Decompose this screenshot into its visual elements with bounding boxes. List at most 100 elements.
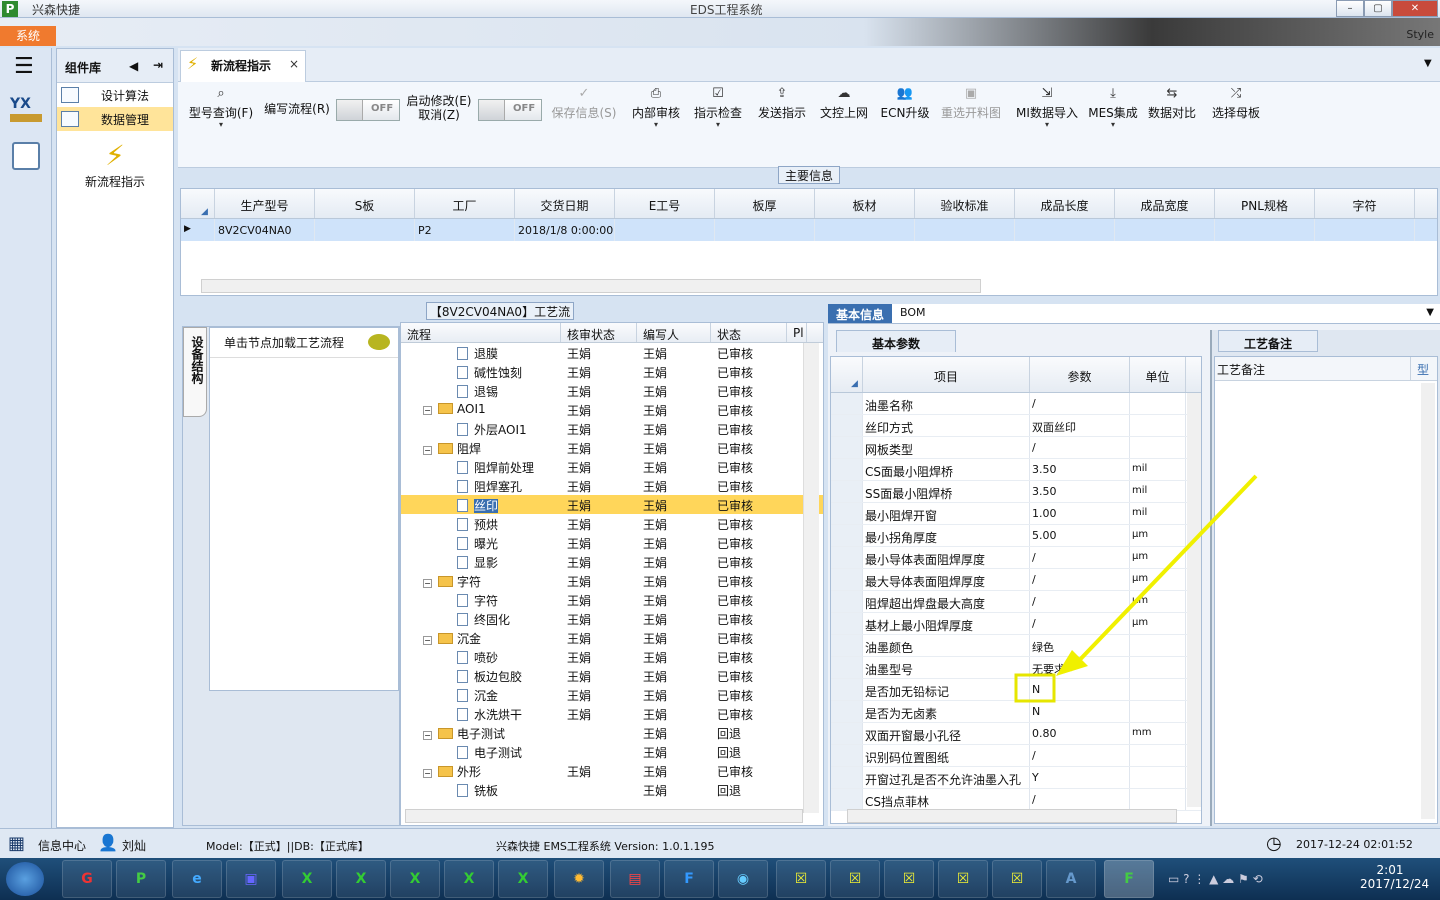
save-icon[interactable]: ▣ — [226, 860, 276, 898]
tab-new-flow[interactable]: ⚡ 新流程指示 × — [180, 50, 306, 82]
tree-row[interactable]: 退锡 王娟 王娟 已审核 — [401, 381, 823, 400]
write-flow-toggle[interactable]: OFF — [336, 99, 400, 121]
tray-icons[interactable]: ▭ ? ⋮ ▲ ☁ ⚑ ⟲ — [1168, 872, 1263, 886]
tab-bom[interactable]: BOM — [892, 304, 934, 323]
chevron-down-icon[interactable]: ▼ — [1420, 304, 1440, 323]
excel-icon[interactable]: X — [336, 860, 386, 898]
model-query-button[interactable]: ⌕ 型号查询(F) ▾ — [184, 82, 258, 138]
vertical-scrollbar[interactable] — [1421, 383, 1435, 819]
param-value[interactable]: / — [1030, 393, 1130, 414]
taskbar-app-icon[interactable]: F — [1104, 860, 1154, 898]
collapse-icon[interactable]: − — [423, 579, 432, 588]
pdf-icon[interactable]: ▤ — [610, 860, 660, 898]
collapse-icon[interactable]: − — [423, 769, 432, 778]
collapse-icon[interactable]: − — [423, 636, 432, 645]
tab-basic-info[interactable]: 基本信息 — [828, 304, 893, 323]
param-value[interactable]: / — [1030, 745, 1130, 766]
tree-row[interactable]: 终固化 王娟 王娟 已审核 — [401, 609, 823, 628]
close-button[interactable]: ✕ — [1392, 0, 1438, 17]
col-header[interactable]: 项目 — [863, 357, 1030, 392]
internal-review-button[interactable]: ⎙ 内部审核 ▾ — [628, 82, 684, 138]
taskbar-clock[interactable]: 2:01 2017/12/24 — [1360, 863, 1429, 891]
window-icon[interactable]: ☒ — [884, 860, 934, 898]
ecn-upgrade-button[interactable]: 👥 ECN升级 — [878, 82, 932, 138]
toolbox-item-data-manage[interactable]: 数据管理 — [57, 107, 173, 131]
document-icon[interactable]: A — [1046, 860, 1096, 898]
param-row[interactable]: CS挡点菲林 / — [831, 789, 1201, 811]
shell-icon[interactable]: ✹ — [554, 860, 604, 898]
tree-row[interactable]: 显影 王娟 王娟 已审核 — [401, 552, 823, 571]
col-header[interactable]: PNL规格 — [1215, 189, 1315, 218]
mes-integration-button[interactable]: ⤓ MES集成 ▾ — [1086, 82, 1140, 138]
horizontal-scrollbar[interactable] — [847, 809, 1177, 823]
tree-row[interactable]: − 沉金 王娟 王娟 已审核 — [401, 628, 823, 647]
col-header[interactable]: 单位 — [1130, 357, 1186, 392]
window-icon[interactable]: ☒ — [992, 860, 1042, 898]
reselect-cutting-chart-button[interactable]: ▣ 重选开料图 — [938, 82, 1004, 138]
tree-row[interactable]: − AOI1 王娟 王娟 已审核 — [401, 400, 823, 419]
maximize-button[interactable]: ▢ — [1364, 0, 1392, 17]
collapse-icon[interactable]: − — [423, 406, 432, 415]
col-header[interactable]: 验收标准 — [915, 189, 1015, 218]
excel-icon[interactable]: X — [390, 860, 440, 898]
window-icon[interactable]: ☒ — [776, 860, 826, 898]
taskbar-app-icon[interactable]: P — [116, 860, 166, 898]
tree-row[interactable]: − 电子测试 王娟 回退 — [401, 723, 823, 742]
browser-icon[interactable]: e — [172, 860, 222, 898]
col-header[interactable]: 板厚 — [715, 189, 815, 218]
grid-apps-icon[interactable]: ▦ — [8, 833, 25, 854]
instruction-check-button[interactable]: ☑ 指示检查 ▾ — [690, 82, 746, 138]
param-row[interactable]: 油墨名称 / — [831, 393, 1201, 415]
col-header[interactable]: 交货日期 — [515, 189, 615, 218]
tree-row[interactable]: 曝光 王娟 王娟 已审核 — [401, 533, 823, 552]
chevron-down-icon[interactable]: ▼ — [1424, 58, 1432, 69]
tab-close-icon[interactable]: × — [289, 57, 299, 71]
excel-icon[interactable]: X — [498, 860, 548, 898]
param-row[interactable]: 丝印方式 双面丝印 — [831, 415, 1201, 437]
col-header[interactable]: 流程 — [401, 323, 561, 342]
new-flow-launcher[interactable]: ⚡ 新流程指示 — [57, 139, 173, 190]
tree-row[interactable]: 阻焊塞孔 王娟 王娟 已审核 — [401, 476, 823, 495]
table-row[interactable]: ▶ 8V2CV04NA0 P2 2018/1/8 0:00:00 — [181, 219, 1437, 241]
window-icon[interactable]: ☒ — [830, 860, 880, 898]
tree-row[interactable]: 水洗烘干 王娟 王娟 已审核 — [401, 704, 823, 723]
param-value[interactable]: 双面丝印 — [1030, 415, 1130, 436]
col-header[interactable]: 板材 — [815, 189, 915, 218]
taskbar-app-icon[interactable]: G — [62, 860, 112, 898]
window-icon[interactable]: ☒ — [938, 860, 988, 898]
param-value[interactable]: / — [1030, 789, 1130, 810]
data-compare-button[interactable]: ⇆ 数据对比 — [1144, 82, 1200, 138]
col-header[interactable]: 编写人 — [637, 323, 711, 342]
collapse-icon[interactable]: − — [423, 731, 432, 740]
collapse-icon[interactable]: − — [423, 446, 432, 455]
calculator-icon[interactable] — [12, 142, 40, 170]
col-header[interactable]: E工号 — [615, 189, 715, 218]
tree-row[interactable]: 退膜 王娟 王娟 已审核 — [401, 343, 823, 362]
start-modify-toggle[interactable]: OFF — [478, 99, 542, 121]
toolbox-item-design-algo[interactable]: 设计算法 — [57, 83, 173, 107]
horizontal-scrollbar[interactable] — [201, 279, 981, 293]
param-row[interactable]: 网板类型 / — [831, 437, 1201, 459]
style-menu[interactable]: Style — [1406, 28, 1434, 41]
tree-row[interactable]: − 字符 王娟 王娟 已审核 — [401, 571, 823, 590]
save-info-button[interactable]: ✓ 保存信息(S) — [548, 82, 620, 138]
col-header[interactable]: 字符 — [1315, 189, 1415, 218]
select-motherboard-button[interactable]: ⤮ 选择母板 — [1208, 82, 1264, 138]
arrow-left-icon[interactable]: ◀ — [129, 59, 138, 73]
tree-row[interactable]: 阻焊前处理 王娟 王娟 已审核 — [401, 457, 823, 476]
col-header[interactable]: 成品长度 — [1015, 189, 1115, 218]
param-row[interactable]: 双面开窗最小孔径 0.80 mm — [831, 723, 1201, 745]
tree-row[interactable]: − 阻焊 王娟 王娟 已审核 — [401, 438, 823, 457]
info-center-link[interactable]: 信息中心 — [38, 837, 86, 854]
col-header[interactable]: 参数 — [1030, 357, 1130, 392]
param-row[interactable]: 识别码位置图纸 / — [831, 745, 1201, 767]
param-row[interactable]: 开窗过孔是否不允许油墨入孔 Y — [831, 767, 1201, 789]
col-header[interactable]: 状态 — [711, 323, 787, 342]
tab-process-notes[interactable]: 工艺备注 — [1218, 330, 1318, 352]
excel-icon[interactable]: X — [282, 860, 332, 898]
tree-row[interactable]: 丝印 王娟 王娟 已审核 — [401, 495, 823, 514]
tree-row[interactable]: − 外形 王娟 王娟 已审核 — [401, 761, 823, 780]
tree-row[interactable]: 外层AOI1 王娟 王娟 已审核 — [401, 419, 823, 438]
col-header[interactable]: 生产型号 — [215, 189, 315, 218]
col-header[interactable]: S板 — [315, 189, 415, 218]
